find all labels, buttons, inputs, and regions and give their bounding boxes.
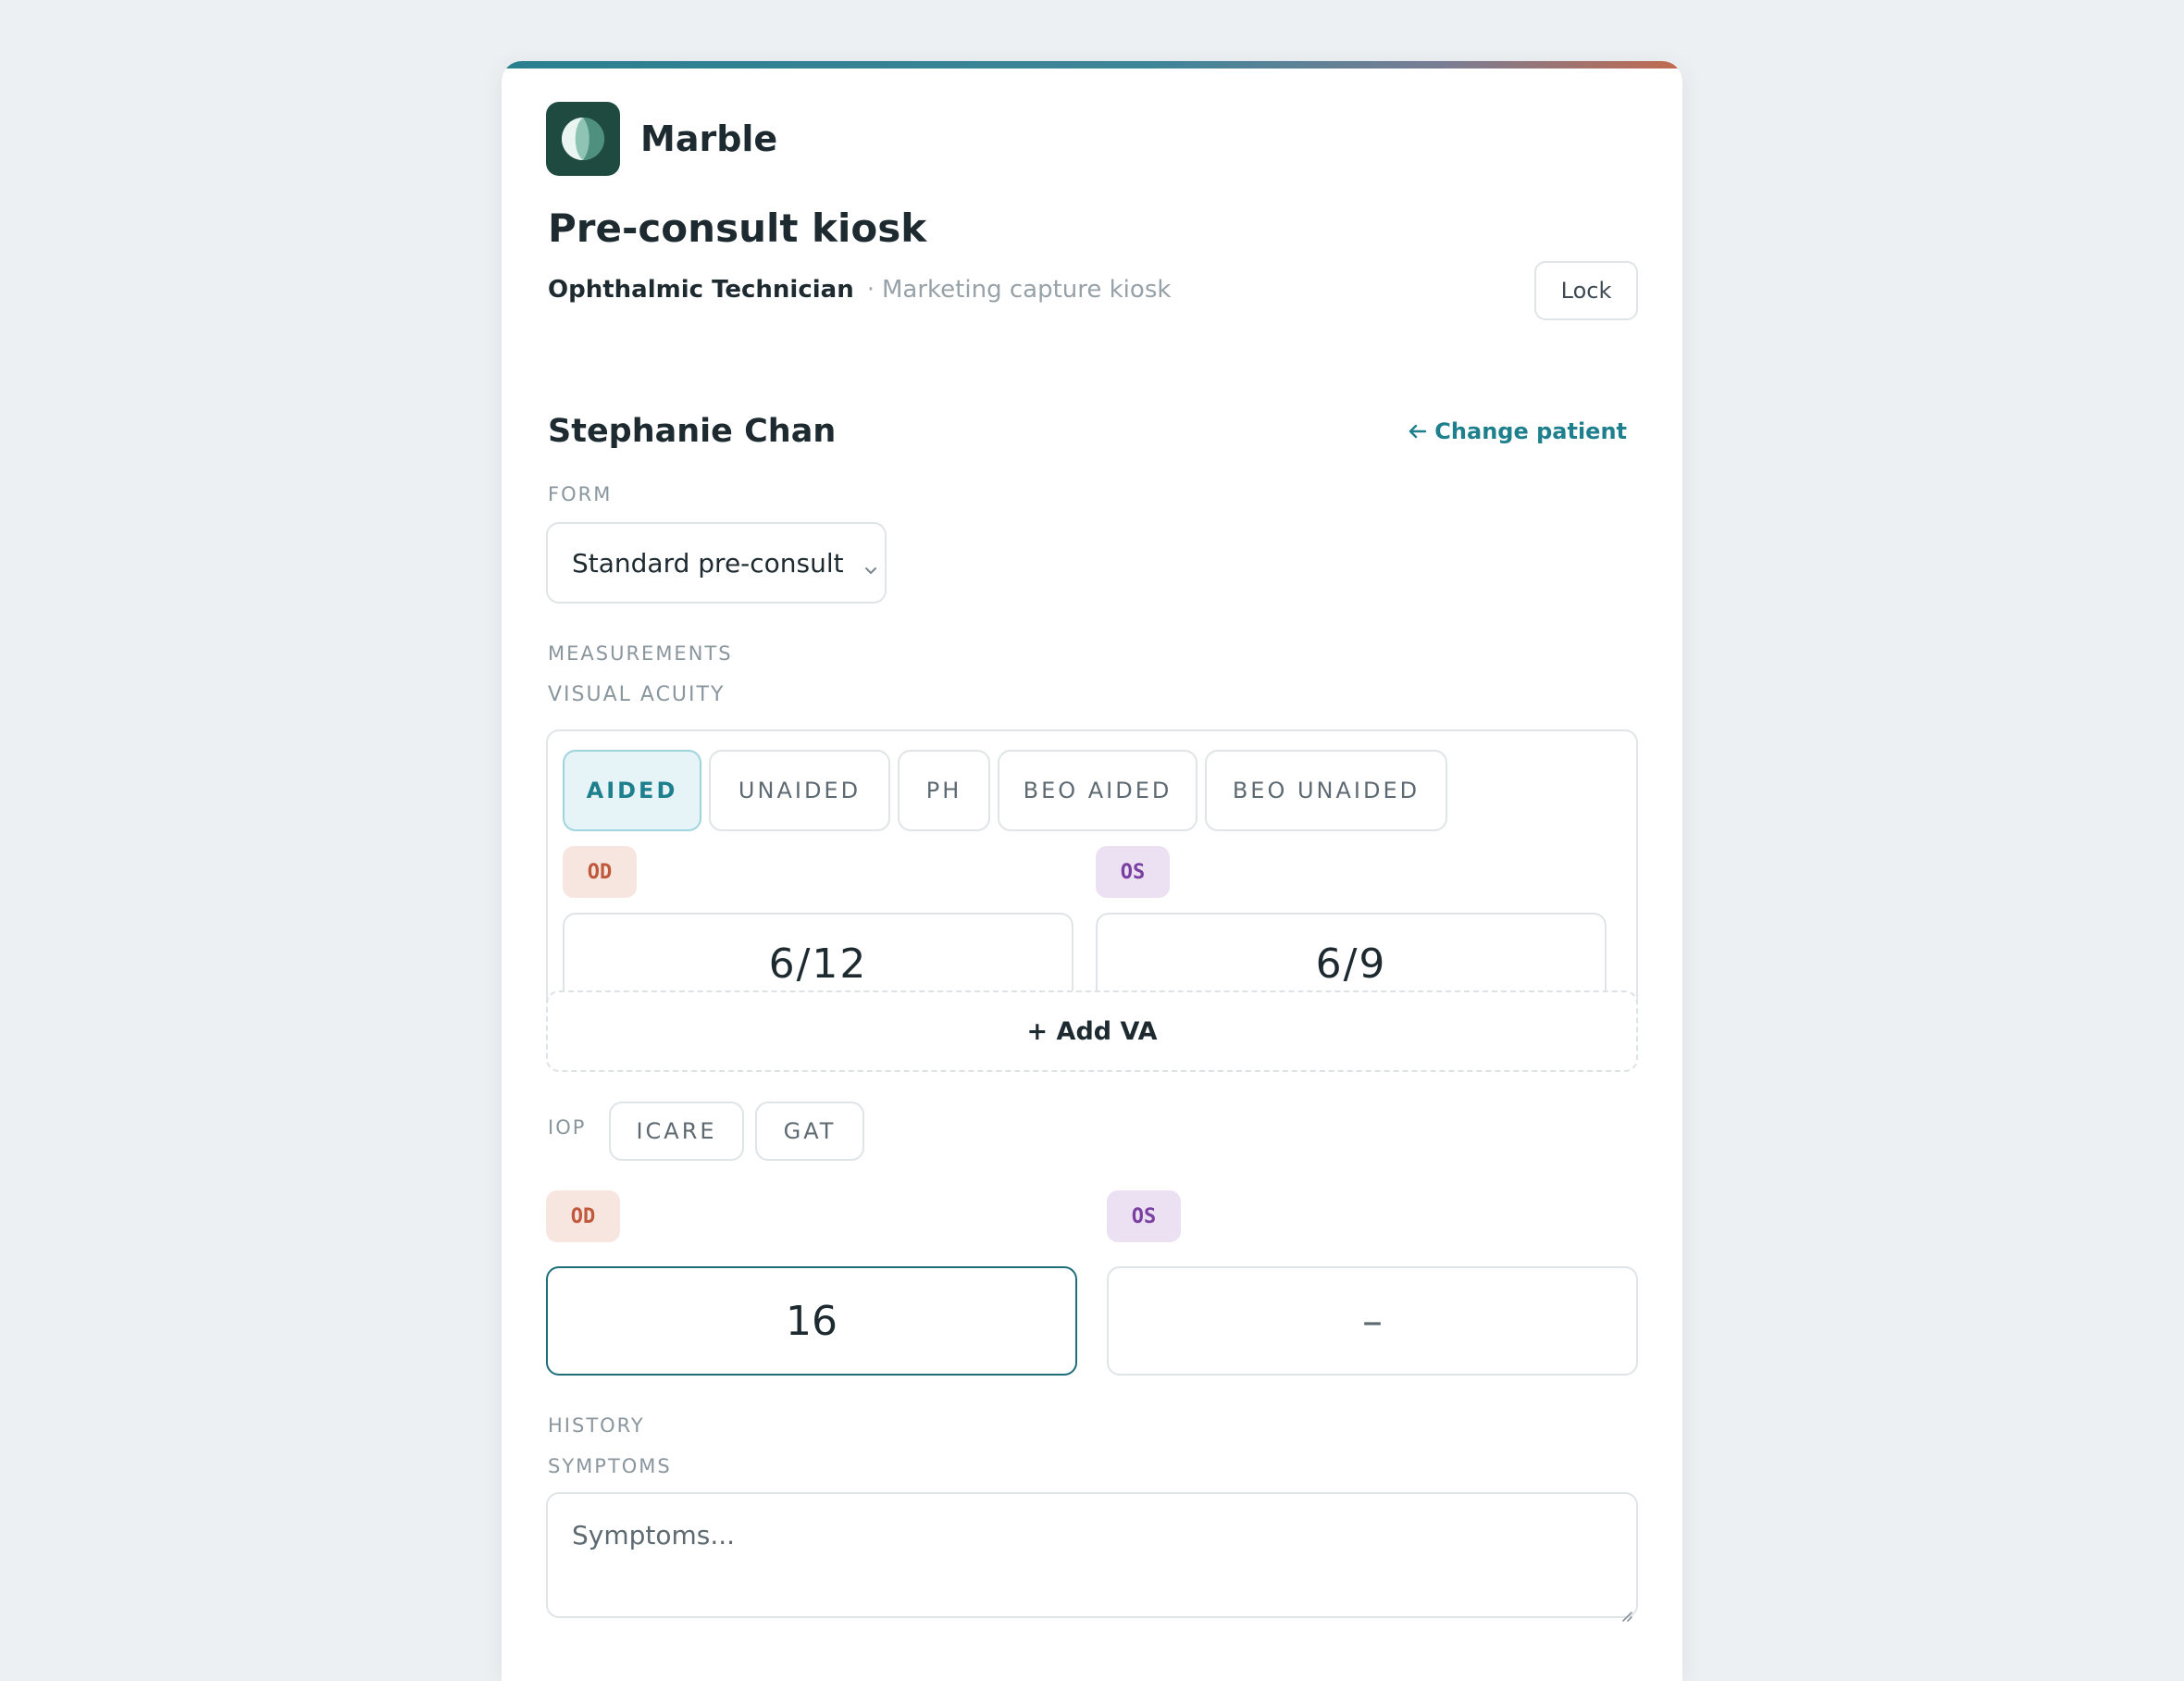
iop-os-input[interactable]: – (1107, 1266, 1638, 1376)
iop-os-badge: OS (1107, 1190, 1181, 1242)
brand-name: Marble (640, 118, 778, 159)
resize-grip-icon[interactable] (1618, 1598, 1632, 1622)
change-patient-label: Change patient (1434, 418, 1627, 444)
iop-method-icare[interactable]: ICARE (609, 1102, 744, 1161)
visual-acuity-label: VISUAL ACUITY (548, 683, 726, 706)
lock-button[interactable]: Lock (1534, 261, 1638, 320)
va-tab-unaided[interactable]: UNAIDED (709, 750, 890, 831)
chevron-down-icon (862, 554, 879, 574)
iop-label: IOP (548, 1116, 587, 1139)
visual-acuity-panel: AIDED UNAIDED PH BEO AIDED BEO UNAIDED O… (546, 729, 1638, 1029)
add-va-button[interactable]: + Add VA (546, 990, 1638, 1072)
role-separator: · (866, 276, 875, 304)
role-row: Ophthalmic Technician · Marketing captur… (548, 276, 1171, 304)
kiosk-card: Marble Pre-consult kiosk Ophthalmic Tech… (502, 61, 1682, 1681)
marble-logo-icon (546, 102, 620, 176)
kiosk-subtitle: Marketing capture kiosk (882, 276, 1172, 304)
measurements-section-label: MEASUREMENTS (548, 642, 733, 665)
symptoms-label: SYMPTOMS (548, 1455, 672, 1477)
form-section-label: FORM (548, 483, 613, 505)
symptoms-textarea[interactable]: Symptoms... (546, 1492, 1638, 1622)
iop-od-badge: OD (546, 1190, 620, 1242)
accent-bar (502, 61, 1682, 68)
va-tab-aided[interactable]: AIDED (563, 750, 701, 831)
page-title: Pre-consult kiosk (548, 205, 927, 251)
iop-od-input[interactable]: 16 (546, 1266, 1077, 1376)
form-select-value: Standard pre-consult (572, 547, 844, 579)
form-select[interactable]: Standard pre-consult (546, 522, 887, 604)
brand: Marble (546, 102, 777, 176)
history-section-label: HISTORY (548, 1414, 645, 1437)
va-od-badge: OD (563, 846, 637, 898)
patient-name: Stephanie Chan (548, 413, 837, 450)
iop-method-gat[interactable]: GAT (755, 1102, 864, 1161)
va-tab-ph[interactable]: PH (898, 750, 990, 831)
va-os-badge: OS (1096, 846, 1170, 898)
user-role: Ophthalmic Technician (548, 276, 854, 304)
symptoms-placeholder: Symptoms... (572, 1520, 736, 1550)
va-tab-beo-aided[interactable]: BEO AIDED (998, 750, 1197, 831)
arrow-left-icon (1408, 418, 1427, 444)
change-patient-link[interactable]: Change patient (1408, 418, 1627, 444)
va-tab-beo-unaided[interactable]: BEO UNAIDED (1205, 750, 1447, 831)
